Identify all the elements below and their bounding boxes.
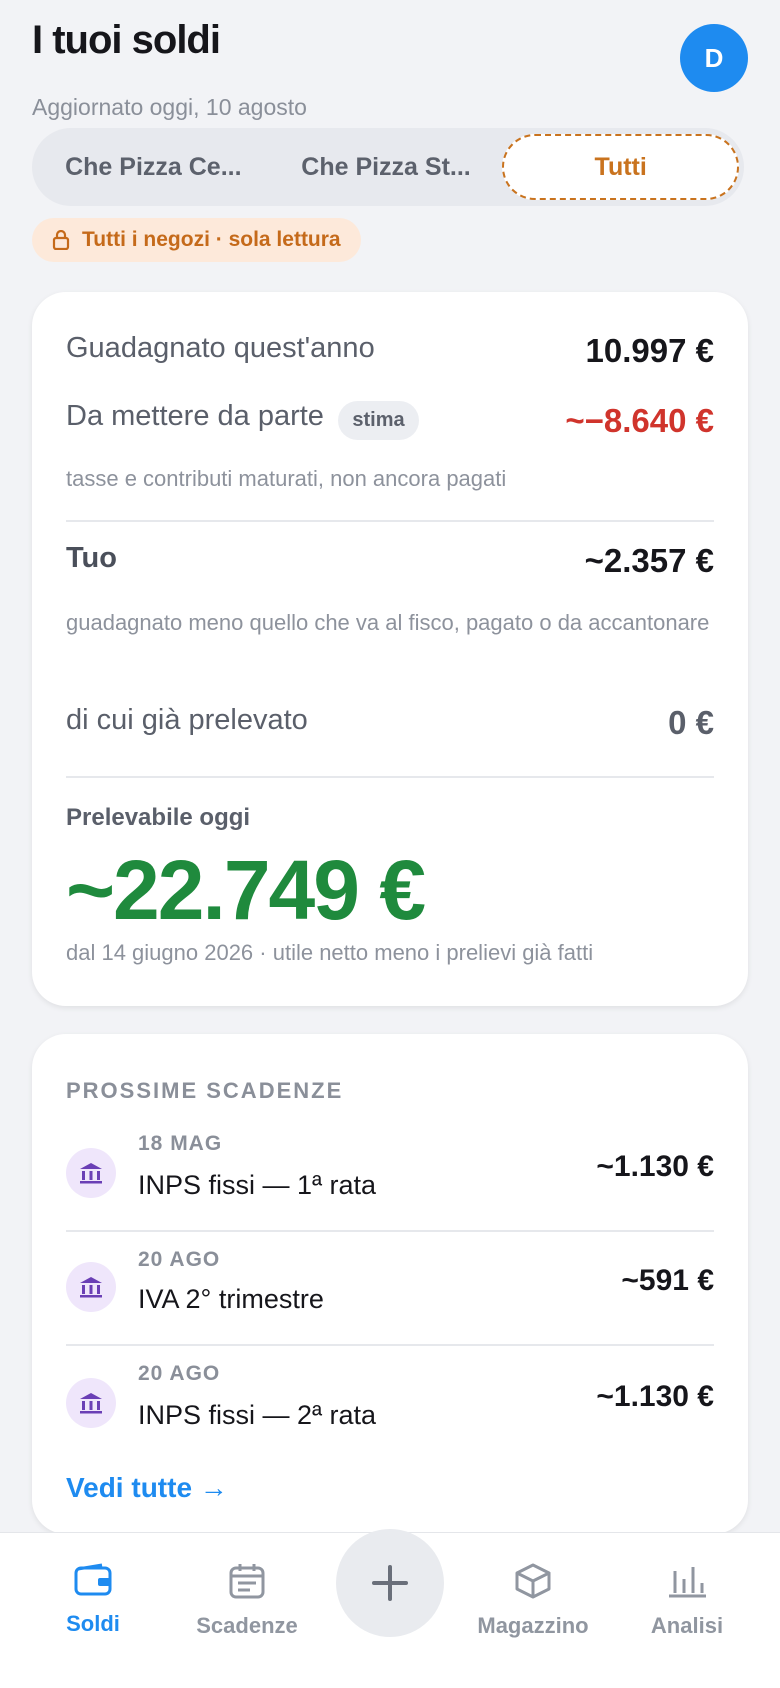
page-title: I tuoi soldi [32, 18, 221, 62]
deadlines-card: PROSSIME SCADENZE 18 MAG INPS fissi — 1ª… [32, 1034, 748, 1534]
available-note: dal 14 giugno 2026 · utile netto meno i … [66, 940, 594, 965]
yours-note: guadagnato meno quello che va al fisco, … [66, 610, 710, 635]
tab-label: Scadenze [196, 1613, 298, 1638]
deadline-name: INPS fissi — 1ª rata [138, 1170, 377, 1200]
plus-icon [372, 1565, 408, 1601]
deadline-amount: ~1.130 € [596, 1150, 714, 1183]
avatar[interactable]: D [680, 24, 748, 92]
lock-icon [52, 230, 70, 250]
list-item[interactable]: 20 AGO INPS fissi — 2ª rata ~1.130 € [66, 1362, 714, 1442]
deadline-date: 20 AGO [138, 1362, 221, 1385]
bottom-tab-bar: Soldi Scadenze Magazzino Analisi [0, 1529, 780, 1688]
wallet-icon [74, 1563, 112, 1596]
bank-icon [66, 1148, 116, 1198]
list-item[interactable]: 18 MAG INPS fissi — 1ª rata ~1.130 € [66, 1132, 714, 1212]
readonly-badge: Tutti i negozi · sola lettura [32, 218, 361, 262]
bar-chart-icon [669, 1567, 706, 1598]
deadline-amount: ~1.130 € [596, 1380, 714, 1413]
add-button[interactable] [336, 1529, 444, 1637]
set-aside-row: Da mettere da parte stima ~−8.640 € [66, 400, 714, 446]
store-tab-all[interactable]: Tutti [502, 134, 740, 200]
divider [66, 1230, 714, 1232]
earned-row: Guadagnato quest'anno 10.997 € [66, 332, 714, 376]
tab-analisi[interactable]: Analisi [612, 1563, 762, 1639]
withdrawn-label: di cui già prelevato [66, 704, 308, 736]
estimate-badge: stima [338, 401, 419, 441]
divider [66, 776, 714, 778]
see-all-link[interactable]: Vedi tutte → [66, 1472, 714, 1504]
tab-magazzino[interactable]: Magazzino [458, 1563, 608, 1639]
deadline-name: INPS fissi — 2ª rata [138, 1400, 377, 1430]
readonly-badge-label: Tutti i negozi · sola lettura [82, 228, 341, 251]
calendar-icon [229, 1564, 265, 1599]
list-item[interactable]: 20 AGO IVA 2° trimestre ~591 € [66, 1248, 714, 1328]
earned-value: 10.997 € [585, 332, 714, 369]
yours-label: Tuo [66, 542, 117, 574]
yours-row: Tuo ~2.357 € [66, 542, 714, 586]
tab-label: Analisi [650, 1613, 724, 1638]
deadline-amount: ~591 € [621, 1264, 714, 1297]
box-icon [515, 1563, 551, 1599]
divider [66, 1344, 714, 1346]
withdrawn-row: di cui già prelevato 0 € [66, 704, 714, 748]
store-selector: Che Pizza Ce... Che Pizza St... Tutti [32, 128, 744, 206]
set-aside-label: Da mettere da parte [66, 400, 324, 432]
withdrawn-value: 0 € [668, 704, 714, 741]
deadlines-title: PROSSIME SCADENZE [66, 1078, 344, 1103]
divider [66, 520, 714, 522]
available-value: ~22.749 € [66, 843, 426, 937]
set-aside-note: tasse e contributi maturati, non ancora … [66, 466, 507, 491]
deadline-date: 18 MAG [138, 1132, 223, 1155]
last-updated-text: Aggiornato oggi, 10 agosto [32, 94, 307, 120]
tab-soldi[interactable]: Soldi [18, 1563, 168, 1637]
tab-scadenze[interactable]: Scadenze [172, 1563, 322, 1639]
bank-icon [66, 1378, 116, 1428]
deadline-date: 20 AGO [138, 1248, 221, 1271]
store-tab-cento[interactable]: Che Pizza Ce... [37, 134, 270, 200]
money-summary-card: Guadagnato quest'anno 10.997 € Da metter… [32, 292, 748, 1006]
yours-value: ~2.357 € [584, 542, 714, 579]
deadline-name: IVA 2° trimestre [138, 1284, 324, 1314]
header: I tuoi soldi Aggiornato oggi, 10 agosto … [32, 14, 748, 120]
tab-label: Soldi [66, 1611, 120, 1636]
tab-label: Magazzino [477, 1613, 589, 1638]
available-label: Prelevabile oggi [66, 804, 251, 831]
store-tab-st[interactable]: Che Pizza St... [270, 134, 503, 200]
bank-icon [66, 1262, 116, 1312]
earned-label: Guadagnato quest'anno [66, 332, 375, 364]
set-aside-value: ~−8.640 € [565, 402, 714, 439]
